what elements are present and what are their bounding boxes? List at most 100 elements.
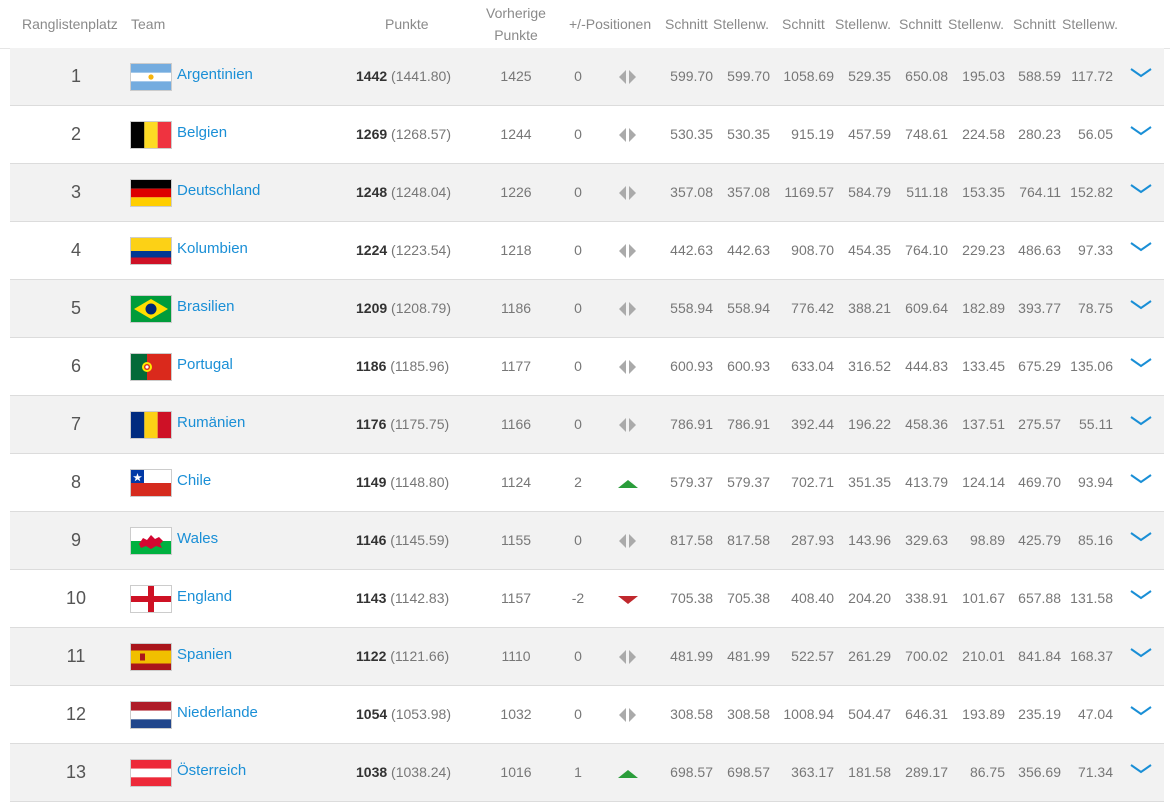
argentina-flag-icon [131, 64, 171, 90]
points-cell: 1269 (1268.57) [356, 106, 451, 163]
germany-flag-icon [131, 180, 171, 206]
expand-chevron-icon[interactable] [1128, 760, 1154, 778]
avg-4: 393.77 [1018, 300, 1061, 316]
weight-3: 229.23 [962, 242, 1005, 258]
avg-2: 702.71 [791, 474, 834, 490]
weight-1: 599.70 [727, 68, 770, 84]
points-cell: 1176 (1175.75) [356, 396, 449, 453]
avg-2: 408.40 [791, 590, 834, 606]
expand-chevron-icon[interactable] [1128, 238, 1154, 256]
avg-4: 675.29 [1018, 358, 1061, 374]
header-positions[interactable]: +/-Positionen [569, 13, 651, 35]
weight-3: 137.51 [962, 416, 1005, 432]
expand-chevron-icon[interactable] [1128, 702, 1154, 720]
expand-chevron-icon[interactable] [1128, 586, 1154, 604]
header-avg-3[interactable]: Schnitt [899, 13, 942, 35]
table-row: 12 Niederlande 1054 (1053.98) 1032 0 308… [10, 686, 1164, 744]
points-cell: 1442 (1441.80) [356, 48, 451, 105]
trend-neutral-icon [616, 126, 640, 144]
previous-points: 1155 [500, 532, 532, 548]
expand-chevron-icon[interactable] [1128, 64, 1154, 82]
team-link[interactable]: Deutschland [177, 164, 260, 221]
avg-1: 786.91 [670, 416, 713, 432]
weight-2: 181.58 [848, 764, 891, 780]
team-link[interactable]: Wales [177, 512, 218, 569]
expand-chevron-icon[interactable] [1128, 470, 1154, 488]
trend-neutral-icon [616, 648, 640, 666]
table-row: 6 Portugal 1186 (1185.96) 1177 0 600.93 … [10, 338, 1164, 396]
avg-1: 530.35 [670, 126, 713, 142]
weight-4: 47.04 [1077, 706, 1113, 722]
avg-3: 413.79 [905, 474, 948, 490]
header-previous-points[interactable]: Vorherige Punkte [476, 2, 556, 46]
points-value: 1248 [356, 184, 388, 200]
team-link[interactable]: Brasilien [177, 280, 235, 337]
expand-chevron-icon[interactable] [1128, 122, 1154, 140]
team-link[interactable]: Portugal [177, 338, 233, 395]
team-link[interactable]: Rumänien [177, 396, 245, 453]
points-value: 1269 [356, 126, 388, 142]
expand-chevron-icon[interactable] [1128, 412, 1154, 430]
previous-points: 1124 [500, 474, 532, 490]
table-row: 8 Chile 1149 (1148.80) 1124 2 579.37 579… [10, 454, 1164, 512]
weight-4: 78.75 [1077, 300, 1113, 316]
team-link[interactable]: Kolumbien [177, 222, 248, 279]
team-link[interactable]: Spanien [177, 628, 232, 685]
header-avg-4[interactable]: Schnitt [1013, 13, 1056, 35]
weight-2: 529.35 [848, 68, 891, 84]
rank-number: 3 [70, 182, 81, 202]
team-link[interactable]: Österreich [177, 744, 246, 801]
weight-4: 168.37 [1070, 648, 1113, 664]
position-change: 2 [574, 474, 582, 490]
weight-1: 357.08 [727, 184, 770, 200]
team-link[interactable]: Chile [177, 454, 211, 511]
weight-4: 85.16 [1077, 532, 1113, 548]
weight-2: 388.21 [848, 300, 891, 316]
rank-number: 6 [70, 356, 81, 376]
header-weight-4[interactable]: Stellenw. [1062, 13, 1118, 35]
avg-1: 600.93 [670, 358, 713, 374]
austria-flag-icon [131, 760, 171, 786]
rank-number: 1 [70, 66, 81, 86]
weight-3: 195.03 [962, 68, 1005, 84]
rank-number: 13 [65, 762, 87, 782]
avg-2: 287.93 [791, 532, 834, 548]
expand-chevron-icon[interactable] [1128, 296, 1154, 314]
header-points[interactable]: Punkte [385, 13, 429, 35]
header-avg-1[interactable]: Schnitt [665, 13, 708, 35]
header-rank[interactable]: Ranglistenplatz [22, 13, 118, 35]
points-cell: 1224 (1223.54) [356, 222, 451, 279]
avg-4: 588.59 [1018, 68, 1061, 84]
weight-4: 131.58 [1070, 590, 1113, 606]
team-link[interactable]: Belgien [177, 106, 227, 163]
expand-chevron-icon[interactable] [1128, 180, 1154, 198]
weight-2: 204.20 [848, 590, 891, 606]
team-link[interactable]: England [177, 570, 232, 627]
points-value: 1176 [356, 416, 387, 432]
team-link[interactable]: Argentinien [177, 48, 253, 105]
avg-3: 609.64 [905, 300, 948, 316]
team-link[interactable]: Niederlande [177, 686, 258, 743]
avg-3: 338.91 [905, 590, 948, 606]
position-change: 0 [574, 300, 582, 316]
weight-2: 143.96 [848, 532, 891, 548]
header-avg-2[interactable]: Schnitt [782, 13, 825, 35]
avg-1: 558.94 [670, 300, 713, 316]
table-body: 1 Argentinien 1442 (1441.80) 1425 0 599.… [10, 48, 1164, 802]
points-exact: (1268.57) [391, 126, 451, 142]
header-weight-3[interactable]: Stellenw. [948, 13, 1004, 35]
position-change: 1 [574, 764, 582, 780]
weight-4: 55.11 [1079, 416, 1113, 432]
expand-chevron-icon[interactable] [1128, 644, 1154, 662]
rank-number: 10 [65, 588, 87, 608]
table-row: 3 Deutschland 1248 (1248.04) 1226 0 357.… [10, 164, 1164, 222]
avg-4: 280.23 [1018, 126, 1061, 142]
romania-flag-icon [131, 412, 171, 438]
header-weight-2[interactable]: Stellenw. [835, 13, 891, 35]
trend-neutral-icon [616, 416, 640, 434]
expand-chevron-icon[interactable] [1128, 528, 1154, 546]
expand-chevron-icon[interactable] [1128, 354, 1154, 372]
trend-neutral-icon [616, 242, 640, 260]
header-weight-1[interactable]: Stellenw. [713, 13, 769, 35]
header-team[interactable]: Team [131, 13, 165, 35]
